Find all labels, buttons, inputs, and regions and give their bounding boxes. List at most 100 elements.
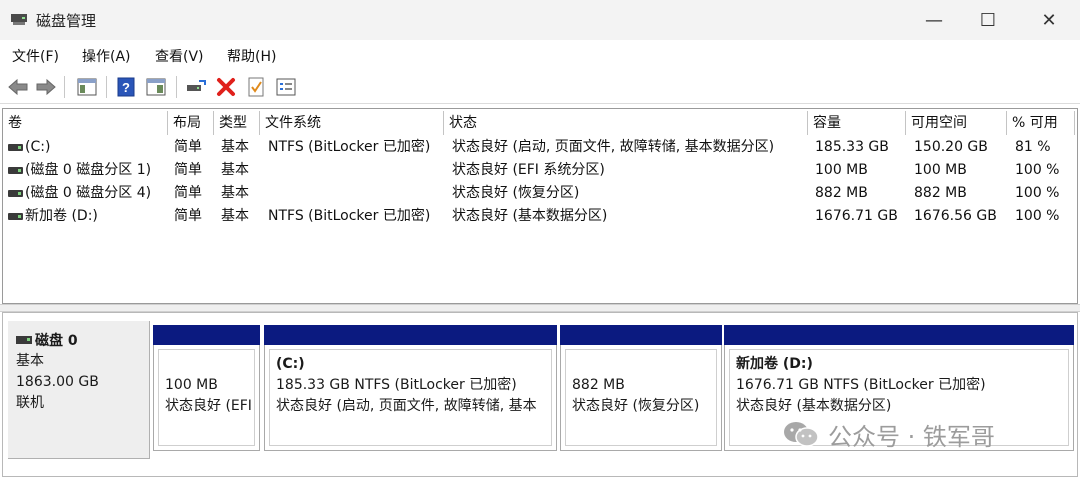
volume-name: (磁盘 0 磁盘分区 4) — [25, 185, 152, 201]
disk-management-app-icon — [11, 14, 27, 25]
partition-header-bar — [724, 325, 1074, 345]
window-title: 磁盘管理 — [36, 12, 97, 30]
properties-icon[interactable] — [144, 75, 168, 99]
volume-type: 基本 — [221, 162, 249, 178]
toolbar-separator — [176, 76, 177, 98]
volume-free-space: 1676.56 GB — [914, 208, 997, 224]
help-icon[interactable]: ? — [114, 75, 138, 99]
volume-free-space: 882 MB — [914, 185, 967, 201]
volume-status: 状态良好 (启动, 页面文件, 故障转储, 基本数据分区) — [452, 139, 775, 155]
back-icon[interactable] — [6, 75, 30, 99]
menu-action[interactable]: 操作(A) — [82, 46, 131, 66]
disk-name: 磁盘 0 — [35, 333, 78, 349]
disk-state: 联机 — [16, 395, 44, 411]
partition-header-bar — [560, 325, 722, 345]
partition-name — [572, 354, 716, 375]
wechat-icon — [784, 422, 819, 447]
volume-status: 状态良好 (基本数据分区) — [452, 208, 608, 224]
drive-icon — [8, 213, 23, 220]
volume-type: 基本 — [221, 185, 249, 201]
volume-type: 基本 — [221, 208, 249, 224]
maximize-button[interactable]: ☐ — [961, 0, 1015, 40]
partition-header-bar — [264, 325, 557, 345]
toolbar-separator — [106, 76, 107, 98]
close-button[interactable]: ✕ — [1022, 0, 1076, 40]
volume-capacity: 185.33 GB — [815, 139, 889, 155]
volume-capacity: 882 MB — [815, 185, 868, 201]
volume-free-space: 150.20 GB — [914, 139, 988, 155]
partition-efi[interactable]: 100 MB 状态良好 (EFI — [153, 325, 260, 451]
partition-recovery[interactable]: 882 MB 状态良好 (恢复分区) — [560, 325, 722, 451]
partition-status: 状态良好 (启动, 页面文件, 故障转储, 基本 — [276, 398, 537, 414]
partition-size: 100 MB — [165, 377, 218, 393]
volume-status: 状态良好 (EFI 系统分区) — [452, 162, 605, 178]
menu-file[interactable]: 文件(F) — [12, 46, 59, 66]
volume-row[interactable]: (磁盘 0 磁盘分区 1) 简单 基本 状态良好 (EFI 系统分区) 100 … — [3, 159, 1075, 182]
column-header-status[interactable]: 状态 — [444, 111, 808, 135]
svg-text:?: ? — [122, 80, 130, 95]
volume-row[interactable]: (磁盘 0 磁盘分区 4) 简单 基本 状态良好 (恢复分区) 882 MB 8… — [3, 182, 1075, 205]
volume-layout: 简单 — [174, 162, 202, 178]
console-tree-icon[interactable] — [75, 75, 99, 99]
column-header-percent-free[interactable]: % 可用 — [1007, 111, 1075, 135]
volume-row[interactable]: (C:) 简单 基本 NTFS (BitLocker 已加密) 状态良好 (启动… — [3, 136, 1075, 159]
column-header-capacity[interactable]: 容量 — [808, 111, 906, 135]
partition-name: 新加卷 (D:) — [736, 356, 813, 372]
check-icon[interactable] — [244, 75, 268, 99]
disk-info-box[interactable]: 磁盘 0 基本 1863.00 GB 联机 — [8, 321, 150, 459]
properties-list-icon[interactable] — [274, 75, 298, 99]
volume-percent-free: 100 % — [1015, 162, 1060, 178]
volume-filesystem — [268, 182, 444, 205]
volume-row[interactable]: 新加卷 (D:) 简单 基本 NTFS (BitLocker 已加密) 状态良好… — [3, 205, 1075, 228]
menu-bar: 文件(F) 操作(A) 查看(V) 帮助(H) — [0, 40, 1080, 70]
partition-name: (C:) — [276, 356, 305, 372]
volume-free-space: 100 MB — [914, 162, 967, 178]
volume-status: 状态良好 (恢复分区) — [452, 185, 580, 201]
volume-name: (C:) — [25, 139, 51, 155]
volume-filesystem: NTFS (BitLocker 已加密) — [268, 208, 431, 224]
drive-icon — [8, 167, 23, 174]
volume-layout: 简单 — [174, 139, 202, 155]
volume-percent-free: 81 % — [1015, 139, 1051, 155]
volume-name: (磁盘 0 磁盘分区 1) — [25, 162, 152, 178]
column-header-volume[interactable]: 卷 — [3, 111, 168, 135]
partition-status: 状态良好 (EFI — [165, 398, 252, 414]
volume-percent-free: 100 % — [1015, 185, 1060, 201]
partition-status: 状态良好 (基本数据分区) — [736, 398, 892, 414]
volume-capacity: 100 MB — [815, 162, 868, 178]
partition-size: 185.33 GB NTFS (BitLocker 已加密) — [276, 377, 517, 393]
column-header-layout[interactable]: 布局 — [168, 111, 214, 135]
partition-size: 882 MB — [572, 377, 625, 393]
title-bar: 磁盘管理 — ☐ ✕ — [0, 0, 1080, 40]
volume-name: 新加卷 (D:) — [25, 208, 98, 224]
drive-icon — [8, 144, 23, 151]
delete-icon[interactable] — [214, 75, 238, 99]
minimize-button[interactable]: — — [907, 0, 961, 40]
column-header-filesystem[interactable]: 文件系统 — [260, 111, 444, 135]
column-header-free-space[interactable]: 可用空间 — [906, 111, 1007, 135]
volume-layout: 简单 — [174, 208, 202, 224]
menu-help[interactable]: 帮助(H) — [227, 46, 276, 66]
disk-type: 基本 — [16, 353, 44, 369]
disk-graphical-view: 磁盘 0 基本 1863.00 GB 联机 100 MB 状态良好 (EFI (… — [2, 312, 1078, 477]
menu-view[interactable]: 查看(V) — [155, 46, 204, 66]
partition-c[interactable]: (C:) 185.33 GB NTFS (BitLocker 已加密) 状态良好… — [264, 325, 557, 451]
forward-icon[interactable] — [34, 75, 58, 99]
partition-size: 1676.71 GB NTFS (BitLocker 已加密) — [736, 377, 986, 393]
volume-filesystem: NTFS (BitLocker 已加密) — [268, 139, 431, 155]
volume-filesystem — [268, 159, 444, 182]
toolbar: ? — [0, 70, 1080, 104]
watermark: 公众号 · 铁军哥 — [782, 418, 995, 451]
volume-percent-free: 100 % — [1015, 208, 1060, 224]
disk-icon — [16, 336, 32, 344]
pane-splitter[interactable] — [0, 304, 1080, 312]
toolbar-separator — [64, 76, 65, 98]
partition-header-bar — [153, 325, 260, 345]
partition-name — [165, 354, 254, 375]
volume-list[interactable]: 卷 布局 类型 文件系统 状态 容量 可用空间 % 可用 (C:) 简单 基本 … — [2, 108, 1078, 304]
volume-layout: 简单 — [174, 185, 202, 201]
column-header-type[interactable]: 类型 — [214, 111, 260, 135]
connect-disk-icon[interactable] — [184, 75, 208, 99]
volume-capacity: 1676.71 GB — [815, 208, 898, 224]
partition-status: 状态良好 (恢复分区) — [572, 398, 700, 414]
